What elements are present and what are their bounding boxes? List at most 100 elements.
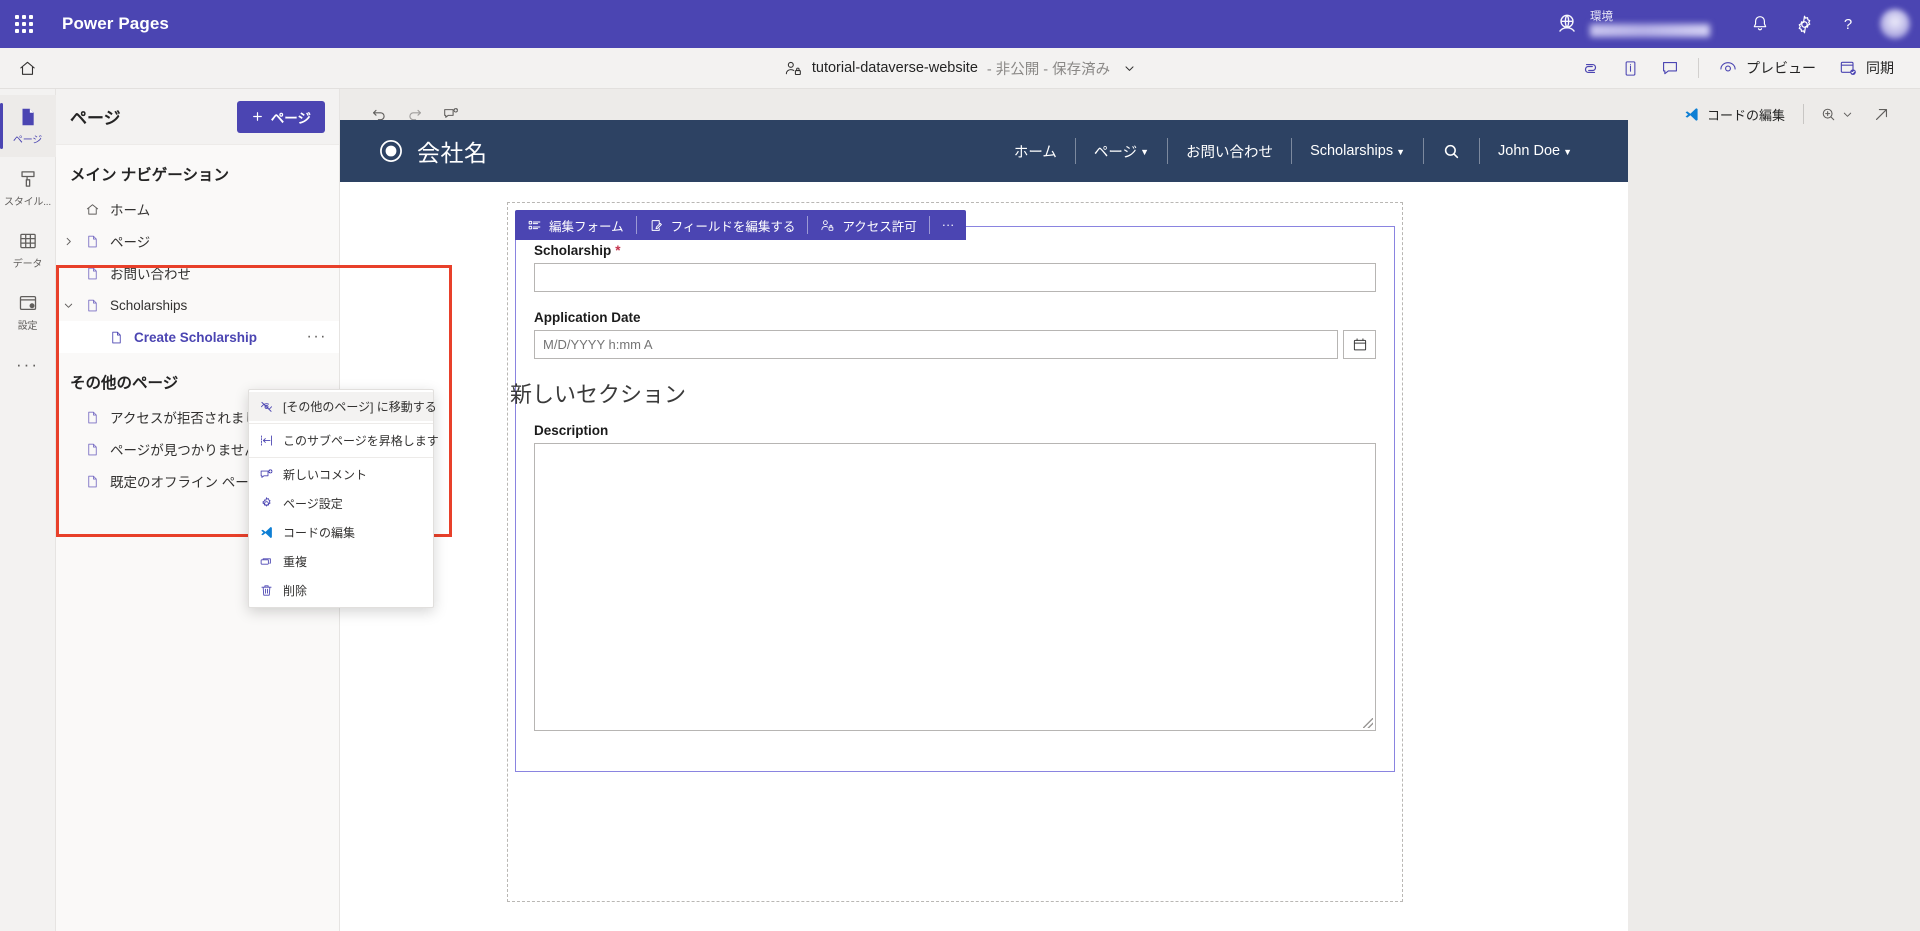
form-component-toolbar: 編集フォーム フィールドを編集する [515, 210, 966, 240]
edit-form-label: 編集フォーム [549, 216, 624, 235]
edit-fields-button[interactable]: フィールドを編集する [637, 210, 808, 240]
page-canvas: 会社名 ホーム ページ ▼ お問い合わせ Scholarships ▼ [340, 120, 1628, 931]
sidebar-item-home[interactable]: ホーム [56, 193, 339, 225]
rail-item-styles[interactable]: スタイル... [0, 157, 56, 219]
context-menu-page-settings[interactable]: ページ設定 [249, 489, 433, 518]
site-selector[interactable]: tutorial-dataverse-website - 非公開 - 保存済み [778, 55, 1142, 82]
site-nav-scholarships[interactable]: Scholarships ▼ [1292, 143, 1423, 159]
field-label-text: Description [534, 423, 608, 438]
new-comment-icon [258, 467, 274, 482]
notifications-button[interactable] [1740, 4, 1780, 44]
chevron-down-icon[interactable] [56, 300, 80, 311]
sidebar-label-pages: ページ [110, 231, 150, 251]
help-button[interactable]: ? [1828, 4, 1868, 44]
sidebar-label-page-not-found: ページが見つかりません [110, 439, 258, 459]
site-nav-contact[interactable]: お問い合わせ [1168, 141, 1291, 162]
new-page-label: ページ [271, 107, 311, 127]
sidebar-item-pages[interactable]: ページ [56, 225, 339, 257]
scholarship-input[interactable] [534, 263, 1376, 292]
site-brand[interactable]: 会社名 [378, 134, 488, 168]
context-menu-move-to-other-pages[interactable]: [その他のページ] に移動する [249, 392, 433, 421]
copilot-button[interactable] [1571, 51, 1609, 85]
preview-eye-icon [1718, 58, 1738, 78]
home-icon [18, 59, 37, 78]
form-more-button[interactable]: ··· [930, 210, 967, 240]
page-file-icon [80, 442, 104, 457]
date-picker-button[interactable] [1343, 330, 1376, 359]
bell-icon [1750, 14, 1770, 34]
description-textarea[interactable] [534, 443, 1376, 731]
site-user-menu[interactable]: John Doe ▼ [1480, 143, 1590, 159]
context-menu-label: 削除 [283, 582, 307, 599]
context-menu-edit-code[interactable]: コードの編集 [249, 518, 433, 547]
settings-button[interactable] [1784, 4, 1824, 44]
permissions-button[interactable]: アクセス許可 [808, 210, 928, 240]
app-launcher-button[interactable] [0, 0, 48, 48]
new-page-button[interactable]: ページ [237, 101, 325, 133]
comment-button[interactable] [1651, 51, 1689, 85]
command-bar: tutorial-dataverse-website - 非公開 - 保存済み [0, 48, 1920, 89]
brush-icon [17, 168, 39, 190]
sync-button[interactable]: 同期 [1828, 52, 1904, 84]
sidebar-item-contact[interactable]: お問い合わせ [56, 257, 339, 289]
plus-icon [251, 110, 264, 123]
context-menu-duplicate[interactable]: 重複 [249, 547, 433, 576]
gear-icon [1794, 14, 1815, 35]
edit-code-button[interactable]: コードの編集 [1674, 100, 1794, 129]
table-icon [17, 230, 39, 252]
context-menu-delete[interactable]: 削除 [249, 576, 433, 605]
chevron-down-icon: ▼ [1396, 148, 1405, 157]
rail-item-data[interactable]: データ [0, 219, 56, 281]
context-menu-promote-subpage[interactable]: このサブページを昇格します [249, 426, 433, 455]
edit-form-button[interactable]: 編集フォーム [515, 210, 636, 240]
pages-panel-header: ページ ページ [56, 89, 339, 145]
resize-grip[interactable] [1363, 718, 1373, 728]
site-search-button[interactable] [1424, 142, 1479, 161]
required-indicator: * [615, 243, 620, 258]
copilot-icon [1580, 58, 1601, 79]
site-nav-pages-label: ページ [1094, 141, 1137, 162]
rail-more-button[interactable]: ··· [0, 343, 56, 387]
application-date-input[interactable] [534, 330, 1338, 359]
question-mark-icon: ? [1838, 14, 1858, 34]
field-label-description: Description [534, 423, 1376, 438]
menu-divider [249, 457, 433, 458]
site-nav-pages[interactable]: ページ ▼ [1076, 141, 1167, 162]
date-input-row [534, 330, 1376, 359]
context-menu-new-comment[interactable]: 新しいコメント [249, 460, 433, 489]
brandbar-icons: ? [1740, 4, 1868, 44]
zoom-in-icon [1820, 106, 1837, 123]
edit-fields-label: フィールドを編集する [671, 216, 796, 235]
sync-icon [1838, 58, 1858, 78]
edit-code-label: コードの編集 [1707, 105, 1785, 124]
toolbar-divider [1803, 104, 1804, 124]
home-button[interactable] [0, 48, 54, 88]
page-file-icon [80, 474, 104, 489]
chevron-down-icon [1842, 109, 1853, 120]
field-application-date: Application Date [534, 310, 1376, 359]
page-overflow-menu-button[interactable]: ··· [303, 329, 331, 345]
app-launcher-icon [15, 15, 33, 33]
vscode-icon [1683, 106, 1700, 123]
edit-fields-icon [649, 218, 664, 233]
sidebar-item-scholarships[interactable]: Scholarships [56, 289, 339, 321]
environment-picker[interactable]: 環境 [1554, 11, 1710, 37]
rail-item-settings[interactable]: 設定 [0, 281, 56, 343]
avatar[interactable] [1880, 9, 1910, 39]
left-icon-rail: ページ スタイル... データ 設定 ··· [0, 89, 56, 931]
page-file-icon [104, 330, 128, 345]
rail-item-pages[interactable]: ページ [0, 95, 56, 157]
device-info-button[interactable] [1611, 51, 1649, 85]
zoom-control[interactable] [1813, 101, 1860, 128]
sidebar-item-create-scholarship[interactable]: Create Scholarship ··· [56, 321, 339, 353]
page-file-icon [80, 266, 104, 281]
environment-text: 環境 [1590, 11, 1710, 37]
expand-canvas-button[interactable] [1864, 99, 1898, 129]
site-nav-home[interactable]: ホーム [996, 141, 1075, 162]
trash-icon [258, 583, 274, 598]
chevron-right-icon[interactable] [56, 236, 80, 247]
comment-icon [1660, 58, 1680, 78]
preview-button[interactable]: プレビュー [1708, 52, 1826, 84]
site-preview-nav: ホーム ページ ▼ お問い合わせ Scholarships ▼ [996, 138, 1590, 164]
people-lock-icon [820, 218, 835, 233]
